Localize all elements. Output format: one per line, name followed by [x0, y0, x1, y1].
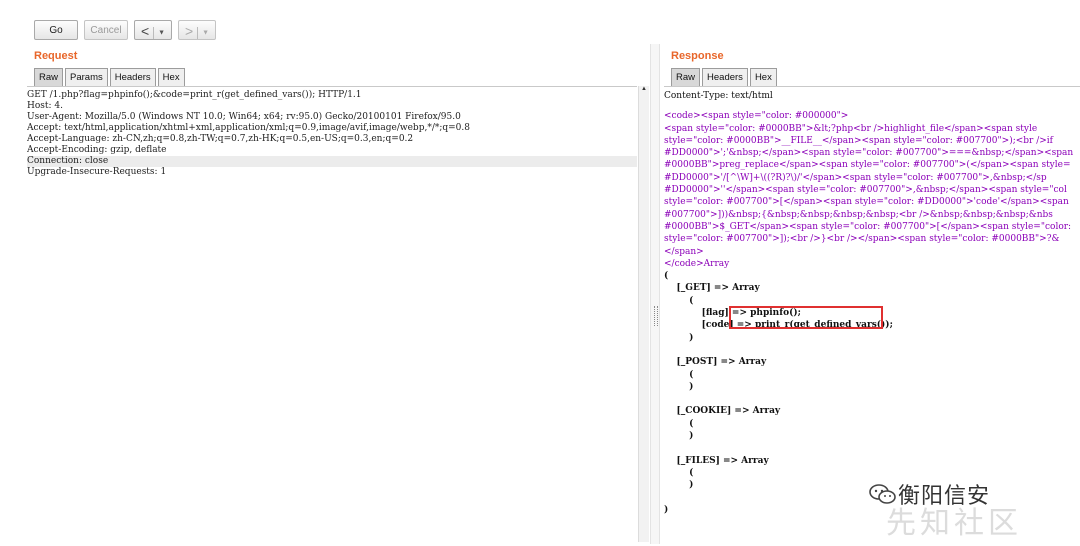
- code-line: style="color: #007700">[</span><span sty…: [664, 197, 1069, 208]
- code-line: #0000BB">$_GET</span><span style="color:…: [664, 221, 1072, 232]
- request-line: User-Agent: Mozilla/5.0 (Windows NT 10.0…: [27, 112, 461, 122]
- array-line: ): [664, 381, 694, 392]
- tab-hex[interactable]: Hex: [749, 68, 777, 86]
- toolbar: Go Cancel < ▼ > ▼: [0, 0, 1080, 44]
- array-line: (: [664, 467, 694, 478]
- request-line: Accept-Language: zh-CN,zh;q=0.8,zh-TW;q=…: [27, 134, 414, 144]
- tab-params[interactable]: Params: [65, 68, 108, 86]
- array-line: [664, 442, 1080, 454]
- back-button[interactable]: < ▼: [134, 20, 172, 40]
- array-line: [664, 344, 1080, 356]
- grip-icon: [654, 306, 658, 326]
- code-line: style="color: #0000BB">__FILE__</span><s…: [664, 135, 1053, 146]
- code-line: </code>Array: [664, 258, 730, 269]
- request-line: Connection: close: [27, 156, 637, 167]
- tab-raw[interactable]: Raw: [34, 68, 64, 86]
- caret-down-icon: ▼: [158, 29, 166, 37]
- request-line: Accept: text/html,application/xhtml+xml,…: [27, 123, 470, 133]
- array-line: (: [664, 418, 694, 429]
- request-line: Upgrade-Insecure-Requests: 1: [27, 167, 167, 177]
- array-line: (: [664, 271, 669, 282]
- request-tabs: Raw Params Headers Hex: [34, 68, 187, 86]
- scroll-up-icon[interactable]: ▲: [640, 86, 648, 94]
- go-button[interactable]: Go: [34, 20, 78, 40]
- array-line: [_POST] => Array: [664, 357, 767, 368]
- chevron-left-icon: <: [140, 23, 150, 39]
- tab-raw[interactable]: Raw: [671, 68, 701, 86]
- code-line: </span>: [664, 246, 704, 257]
- request-line: GET /1.php?flag=phpinfo();&code=print_r(…: [27, 90, 362, 100]
- request-title: Request: [34, 50, 78, 62]
- code-line: #0000BB">preg_replace</span><span style=…: [664, 160, 1071, 171]
- code-line: <code><span style="color: #000000">: [664, 111, 849, 122]
- response-title: Response: [671, 50, 724, 62]
- array-line: (: [664, 369, 694, 380]
- wechat-icon: [869, 484, 896, 504]
- code-line: style="color: #007700">]);<br />}<br /><…: [664, 234, 1060, 245]
- response-tabs: Raw Headers Hex: [671, 68, 779, 86]
- code-line: #DD0000">''</span><span style="color: #0…: [664, 185, 1067, 196]
- array-line: ): [664, 431, 694, 442]
- pane-divider[interactable]: [650, 44, 660, 544]
- request-line: Host: 4.: [27, 101, 63, 111]
- tab-hex[interactable]: Hex: [157, 68, 185, 86]
- array-line: ): [664, 332, 694, 343]
- request-scrollbar[interactable]: ▲: [638, 86, 649, 542]
- watermark-text: 衡阳信安: [898, 484, 991, 509]
- chevron-right-icon: >: [184, 23, 194, 39]
- caret-down-icon: ▼: [202, 29, 210, 37]
- code-line: #007700">]))&nbsp;{&nbsp;&nbsp;&nbsp;&nb…: [664, 209, 1053, 220]
- array-line: [_FILES] => Array: [664, 455, 769, 466]
- request-editor[interactable]: GET /1.php?flag=phpinfo();&code=print_r(…: [27, 86, 637, 546]
- code-line: #DD0000">'/[^\W]+\((?R)?\)/'</span><span…: [664, 172, 1047, 183]
- tab-headers[interactable]: Headers: [109, 68, 156, 86]
- array-line: [664, 393, 1080, 405]
- response-code-block: <code><span style="color: #000000"> <span…: [664, 110, 1080, 270]
- request-line: Accept-Encoding: gzip, deflate: [27, 145, 167, 155]
- tab-headers[interactable]: Headers: [702, 68, 748, 86]
- code-line: <span style="color: #0000BB">&lt;?php<br…: [664, 123, 1038, 134]
- content-type-line: Content-Type: text/html: [664, 91, 773, 101]
- highlight-box: [729, 306, 883, 329]
- forward-button[interactable]: > ▼: [178, 20, 216, 40]
- array-line: [_COOKIE] => Array: [664, 406, 781, 417]
- array-line: [_GET] => Array: [664, 283, 760, 294]
- code-line: #DD0000">';'&nbsp;</span><span style="co…: [664, 148, 1074, 159]
- cancel-button[interactable]: Cancel: [84, 20, 128, 40]
